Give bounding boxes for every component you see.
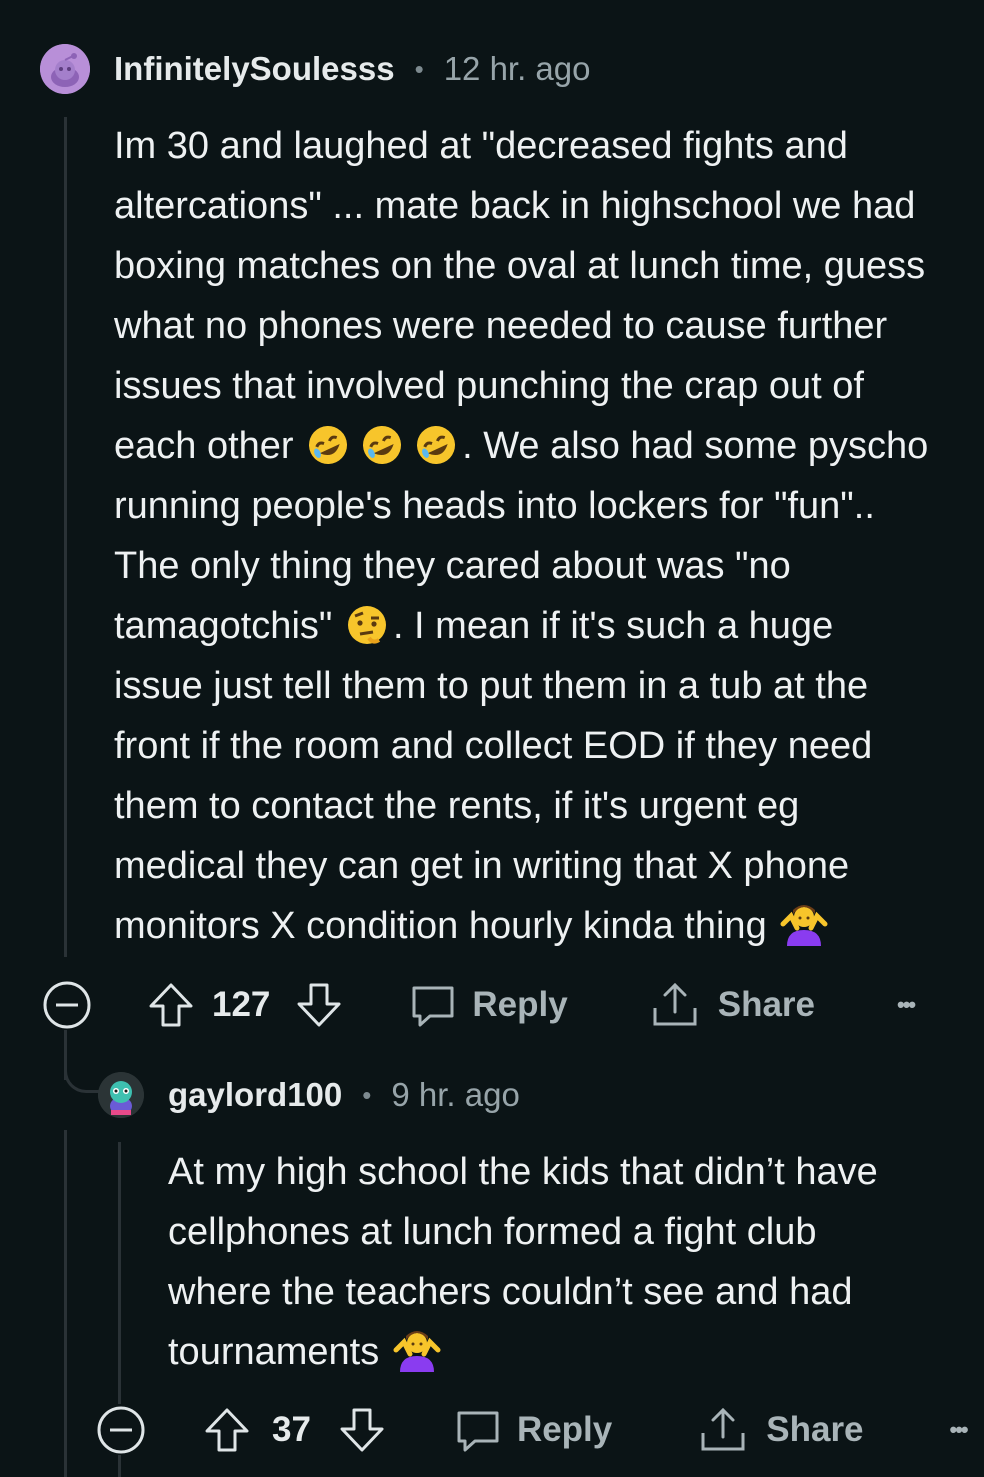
person-shrugging-emoji: [392, 1328, 442, 1390]
reply-line: where the teachers couldn’t see and had: [168, 1271, 853, 1313]
comment-text-fragment: each other: [114, 425, 294, 467]
thread-line[interactable]: [64, 117, 67, 957]
reply-body: At my high school the kids that didn’t h…: [168, 1142, 878, 1382]
vote-count: 37: [272, 1410, 311, 1449]
collapse-minus-icon[interactable]: [42, 980, 92, 1030]
comment-text-fragment: . I mean if it's such a huge: [392, 605, 834, 647]
reply-text-fragment: tournaments: [168, 1331, 380, 1373]
comment-line: Im 30 and laughed at "decreased fights a…: [114, 125, 848, 167]
comment-body: Im 30 and laughed at "decreased fights a…: [114, 116, 928, 956]
share-upload-icon: [650, 980, 700, 1030]
snoo-avatar-icon[interactable]: [98, 1072, 144, 1118]
reply-actions: 37 Reply Share •••: [96, 1405, 969, 1455]
comment-text-fragment: . We also had some pyscho: [462, 425, 929, 467]
comment-line: what no phones were needed to cause furt…: [114, 305, 888, 347]
comment-timestamp: 12 hr. ago: [443, 50, 591, 87]
share-label: Share: [766, 1410, 864, 1449]
share-button[interactable]: Share: [698, 1405, 864, 1455]
comment-text-fragment: tamagotchis": [114, 605, 333, 647]
comment-header: InfinitelySoulesss • 12 hr. ago: [40, 44, 591, 94]
collapse-minus-icon[interactable]: [96, 1405, 146, 1455]
thread-elbow: [64, 1050, 101, 1093]
reply-button[interactable]: Reply: [408, 980, 568, 1030]
comment-line: The only thing they cared about was "no: [114, 545, 791, 587]
comment-actions: 127 Reply Share •••: [42, 980, 916, 1030]
downvote-arrow-icon[interactable]: [294, 980, 344, 1030]
reply-thread-line[interactable]: [118, 1142, 121, 1404]
comment-username[interactable]: InfinitelySoulesss: [114, 50, 395, 88]
share-label: Share: [717, 985, 815, 1024]
more-options-button[interactable]: •••: [950, 1417, 969, 1443]
downvote-arrow-icon[interactable]: [337, 1405, 387, 1455]
reply-label: Reply: [516, 1410, 613, 1449]
share-button[interactable]: Share: [650, 980, 815, 1030]
reply-thread-line-lower: [118, 1455, 121, 1477]
comment-line: issues that involved punching the crap o…: [114, 365, 864, 407]
comment-line: running people's heads into lockers for …: [114, 485, 875, 527]
comment-line: monitors X condition hourly kinda thing: [114, 896, 928, 956]
reply-username[interactable]: gaylord100: [168, 1076, 342, 1114]
reply-timestamp: 9 hr. ago: [391, 1076, 520, 1113]
snoo-avatar-icon[interactable]: [40, 44, 90, 94]
upvote-arrow-icon[interactable]: [202, 1405, 252, 1455]
speech-bubble-icon: [453, 1405, 503, 1455]
more-options-button[interactable]: •••: [897, 992, 916, 1018]
raised-eyebrow-emoji: [345, 604, 391, 664]
reply-header: gaylord100 • 9 hr. ago: [98, 1070, 520, 1120]
speech-bubble-icon: [408, 980, 458, 1030]
header-separator: •: [414, 53, 424, 84]
rolling-on-floor-laughing-emoji: [306, 424, 356, 484]
thread-line-outer: [64, 1130, 67, 1477]
comment-line: altercations" ... mate back in highschoo…: [114, 185, 916, 227]
comment-line: issue just tell them to put them in a tu…: [114, 665, 869, 707]
comment-text-fragment: monitors X condition hourly kinda thing: [114, 905, 767, 947]
reply-line: tournaments: [168, 1322, 878, 1382]
upvote-arrow-icon[interactable]: [146, 980, 196, 1030]
vote-count: 127: [212, 985, 271, 1024]
reply-line: cellphones at lunch formed a fight club: [168, 1211, 817, 1253]
rolling-on-floor-laughing-emoji: [360, 424, 410, 484]
rolling-on-floor-laughing-emoji: [414, 424, 460, 484]
person-shrugging-emoji: [779, 902, 829, 964]
comment-line: medical they can get in writing that X p…: [114, 845, 850, 887]
share-upload-icon: [698, 1405, 748, 1455]
comment-line: them to contact the rents, if it's urgen…: [114, 785, 800, 827]
comment-line: tamagotchis" . I mean if it's such a hug…: [114, 596, 928, 656]
comment-line: boxing matches on the oval at lunch time…: [114, 245, 926, 287]
comment-line: front if the room and collect EOD if the…: [114, 725, 873, 767]
reply-label: Reply: [472, 985, 568, 1024]
reply-line: At my high school the kids that didn’t h…: [168, 1151, 878, 1193]
header-separator: •: [362, 1079, 372, 1110]
reply-button[interactable]: Reply: [453, 1405, 612, 1455]
comment-line: each other . We also had some pyscho: [114, 416, 928, 476]
